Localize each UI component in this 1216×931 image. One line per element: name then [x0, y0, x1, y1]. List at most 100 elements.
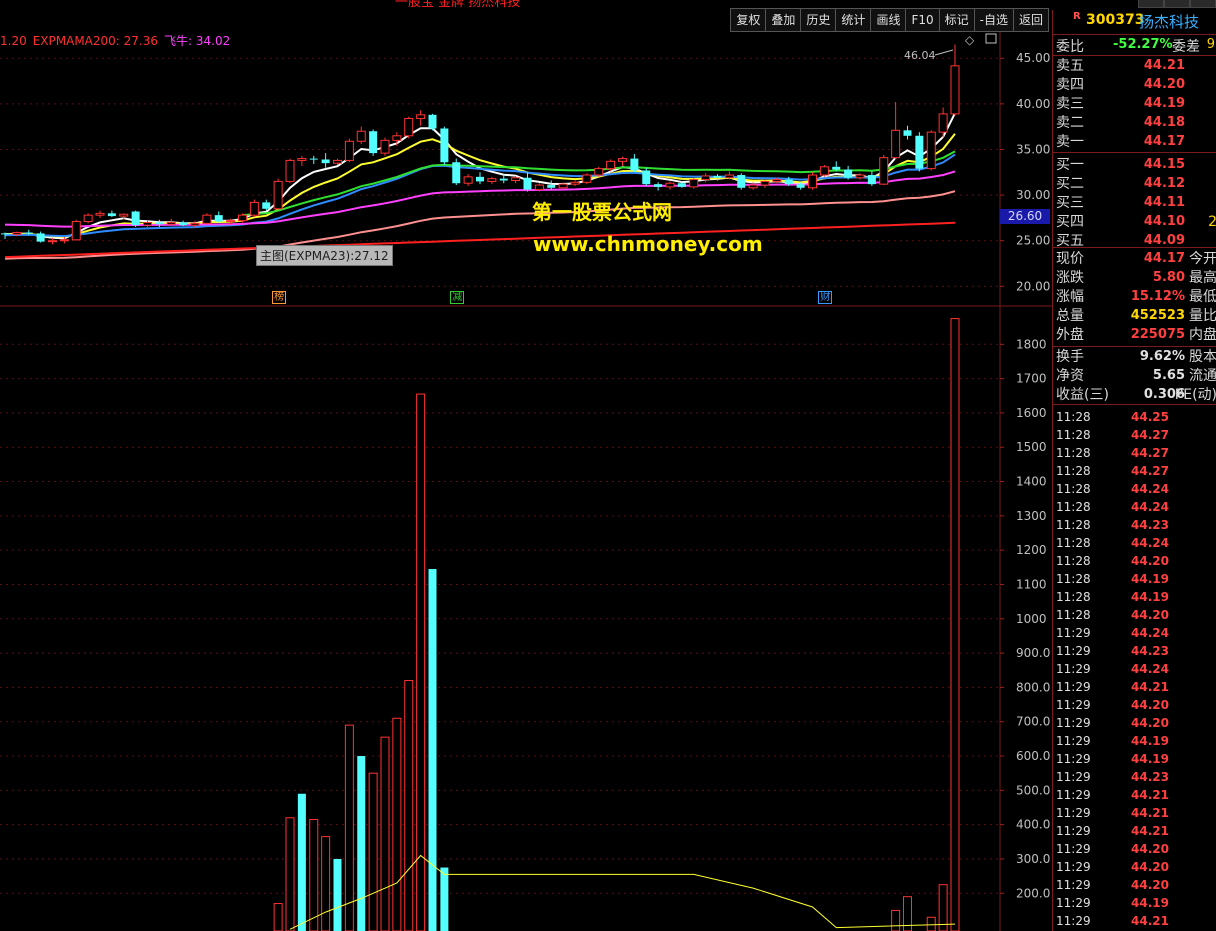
tick-row[interactable]: 11:29 44.20 — [1053, 858, 1216, 876]
tick-row[interactable]: 11:28 44.20 — [1053, 606, 1216, 624]
candle-body — [428, 114, 437, 129]
tick-row[interactable]: 11:28 44.20 — [1053, 552, 1216, 570]
toolbar-button-0[interactable]: 复权 — [730, 8, 766, 32]
high-price-label: 46.04 — [904, 49, 936, 62]
tick-row[interactable]: 11:29 44.23 — [1053, 768, 1216, 786]
order-book-row[interactable]: 买四 44.10 2 — [1053, 213, 1216, 231]
tick-row[interactable]: 11:29 44.19 — [1053, 750, 1216, 768]
kline-chart-area[interactable]: 45.00 40.00 35.00 30.00 25.00 20.00 1800 1700 16… — [0, 0, 1052, 931]
tick-row[interactable]: 11:28 44.24 — [1053, 498, 1216, 516]
order-book-row[interactable]: 买一 44.15 — [1053, 156, 1216, 174]
toolbar-button-4[interactable]: 画线 — [870, 8, 906, 32]
order-level-price: 44.12 — [1143, 176, 1185, 191]
candle-body — [926, 131, 936, 170]
tick-row[interactable]: 11:28 44.24 — [1053, 480, 1216, 498]
toolbar-button-5[interactable]: F10 — [905, 8, 939, 32]
candle-body — [344, 140, 354, 161]
candle-body — [48, 240, 57, 243]
tick-row[interactable]: 11:29 44.21 — [1053, 804, 1216, 822]
order-book-row[interactable]: 卖三 44.19 — [1053, 95, 1216, 113]
tick-row[interactable]: 11:28 44.27 — [1053, 462, 1216, 480]
tick-row[interactable]: 11:28 44.25 — [1053, 408, 1216, 426]
toolbar-button-1[interactable]: 叠加 — [765, 8, 801, 32]
margin-mark: R — [1073, 11, 1081, 22]
tick-row[interactable]: 11:29 44.21 — [1053, 912, 1216, 930]
event-marker-0[interactable]: 榜 — [272, 291, 287, 304]
order-book-row[interactable]: 卖一 44.17 — [1053, 133, 1216, 151]
stock-code[interactable]: 300373 — [1086, 12, 1144, 28]
volume-tick-label: 1200 — [1016, 543, 1047, 557]
toolbar-button-8[interactable]: 返回 — [1012, 8, 1049, 32]
tick-price: 44.20 — [1131, 716, 1169, 730]
quote-stat-row: 净资 5.65 流通 — [1053, 367, 1216, 385]
stat-extra-label: 股本 — [1189, 349, 1216, 365]
order-book-row[interactable]: 买二 44.12 — [1053, 175, 1216, 193]
tick-row[interactable]: 11:29 44.23 — [1053, 642, 1216, 660]
tick-row[interactable]: 11:29 44.21 — [1053, 822, 1216, 840]
volume-tick-label: 800.0 — [1016, 680, 1050, 694]
high-arrow — [934, 49, 954, 56]
tick-row[interactable]: 11:29 44.20 — [1053, 840, 1216, 858]
tick-row[interactable]: 11:29 44.20 — [1053, 696, 1216, 714]
order-level-label: 卖二 — [1056, 115, 1084, 131]
tick-time: 11:29 — [1056, 662, 1091, 676]
stock-name[interactable]: 扬杰科技 — [1139, 11, 1199, 32]
tick-price: 44.19 — [1131, 896, 1169, 910]
tick-row[interactable]: 11:28 44.23 — [1053, 516, 1216, 534]
order-book-row[interactable]: 卖五 44.21 — [1053, 57, 1216, 75]
toolbar-button-6[interactable]: 标记 — [938, 8, 974, 32]
tick-time: 11:29 — [1056, 716, 1091, 730]
tick-row[interactable]: 11:29 44.24 — [1053, 660, 1216, 678]
candle-body — [748, 184, 758, 189]
order-book-row[interactable]: 卖二 44.18 — [1053, 114, 1216, 132]
stat-label: 外盘 — [1056, 327, 1084, 343]
tick-time: 11:29 — [1056, 842, 1091, 856]
tick-row[interactable]: 11:28 44.27 — [1053, 426, 1216, 444]
candle-body — [1, 233, 9, 235]
candle-body — [938, 113, 948, 133]
tick-time: 11:28 — [1056, 590, 1091, 604]
order-book-row[interactable]: 卖四 44.20 — [1053, 76, 1216, 94]
window-button[interactable] — [1138, 0, 1164, 8]
candle-body — [724, 174, 734, 179]
toolbar-button-7[interactable]: -自选 — [973, 8, 1013, 32]
volume-bar — [321, 836, 331, 931]
volume-bar — [297, 793, 306, 931]
order-book-row[interactable]: 买三 44.11 — [1053, 194, 1216, 212]
stat-value: 44.17 — [1143, 251, 1185, 266]
candle-body — [701, 175, 711, 181]
tick-row[interactable]: 11:29 44.19 — [1053, 894, 1216, 912]
tick-row[interactable]: 11:28 44.19 — [1053, 570, 1216, 588]
tick-row[interactable]: 11:29 44.21 — [1053, 786, 1216, 804]
tick-time: 11:28 — [1056, 500, 1091, 514]
event-marker-1[interactable]: 减 — [450, 291, 465, 304]
candle-body — [179, 222, 188, 226]
stat-label: 收益(三) — [1056, 387, 1109, 403]
candle-body — [369, 131, 378, 154]
window-button[interactable] — [1164, 0, 1190, 8]
stat-label: 总量 — [1056, 308, 1084, 324]
watermark-title: 第一股票公式网 — [532, 200, 672, 224]
tick-row[interactable]: 11:29 44.19 — [1053, 732, 1216, 750]
tick-row[interactable]: 11:29 44.24 — [1053, 624, 1216, 642]
toolbar-button-3[interactable]: 统计 — [835, 8, 871, 32]
tick-row[interactable]: 11:28 44.24 — [1053, 534, 1216, 552]
order-level-price: 44.17 — [1143, 134, 1185, 149]
candle-body — [547, 185, 556, 188]
candle-body — [677, 183, 686, 187]
tick-row[interactable]: 11:28 44.19 — [1053, 588, 1216, 606]
candle-body — [772, 179, 782, 182]
tick-row[interactable]: 11:29 44.20 — [1053, 714, 1216, 732]
stat-label: 现价 — [1056, 251, 1084, 267]
volume-bar — [891, 909, 901, 931]
tick-row[interactable]: 11:28 44.27 — [1053, 444, 1216, 462]
event-marker-2[interactable]: 财 — [818, 291, 833, 304]
order-level-price: 44.20 — [1143, 77, 1185, 92]
indicator-value-0: 1.20 — [0, 34, 27, 48]
tick-row[interactable]: 11:29 44.20 — [1053, 876, 1216, 894]
tick-row[interactable]: 11:29 44.21 — [1053, 678, 1216, 696]
window-button[interactable] — [1190, 0, 1216, 8]
toolbar-button-2[interactable]: 历史 — [800, 8, 836, 32]
tick-price: 44.19 — [1131, 572, 1169, 586]
volume-tick-label: 700.0 — [1016, 715, 1050, 729]
